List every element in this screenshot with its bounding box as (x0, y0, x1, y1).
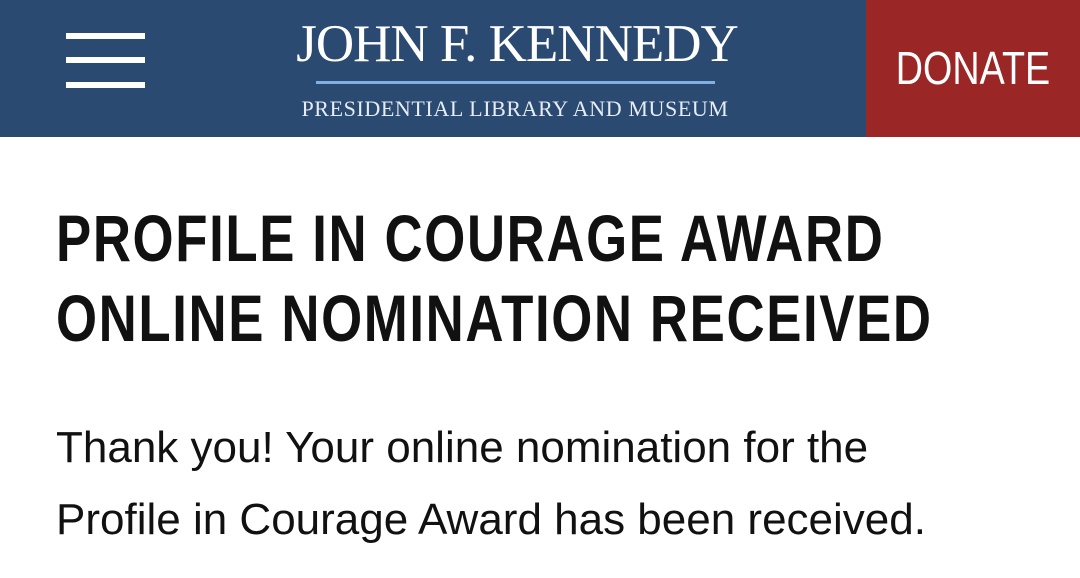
site-logo[interactable]: JOHN F. KENNEDY PRESIDENTIAL LIBRARY AND… (280, 6, 750, 131)
logo-divider (316, 81, 715, 84)
menu-line (66, 57, 145, 63)
site-header: JOHN F. KENNEDY PRESIDENTIAL LIBRARY AND… (0, 0, 1080, 137)
logo-title: JOHN F. KENNEDY (296, 15, 739, 73)
confirmation-message-line: Profile in Courage Award has been receiv… (56, 495, 926, 544)
confirmation-message-line: Thank you! Your online nomination for th… (56, 423, 869, 472)
page-title-line: PROFILE IN COURAGE AWARD (56, 201, 885, 275)
page-title: PROFILE IN COURAGE AWARD ONLINE NOMINATI… (56, 198, 1016, 358)
confirmation-message: Thank you! Your online nomination for th… (56, 412, 1046, 556)
logo-subtitle: PRESIDENTIAL LIBRARY AND MUSEUM (301, 96, 729, 121)
menu-line (66, 82, 145, 88)
hamburger-menu-icon[interactable] (66, 33, 145, 89)
donate-label: DONATE (895, 42, 1051, 94)
page-title-line: ONLINE NOMINATION RECEIVED (56, 281, 933, 355)
donate-button[interactable]: DONATE (866, 0, 1080, 137)
menu-line (66, 33, 145, 39)
